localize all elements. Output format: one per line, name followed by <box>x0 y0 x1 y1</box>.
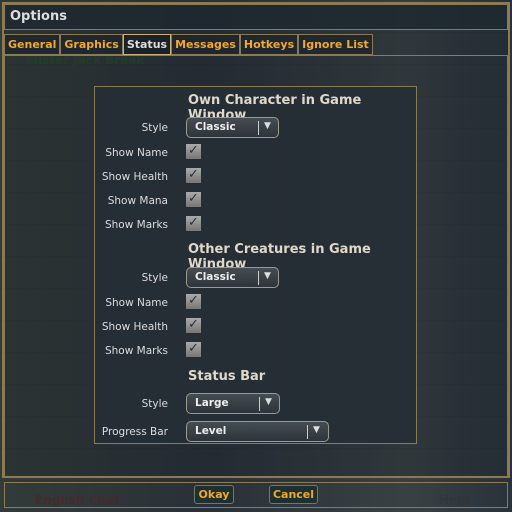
dropdown-separator <box>258 121 259 135</box>
other-show-marks-checkbox[interactable]: ✓ <box>186 342 201 357</box>
other-show-health-label: Show Health <box>101 321 168 333</box>
statusbar-style-value: Large <box>195 397 229 409</box>
okay-button[interactable]: Okay <box>194 485 234 504</box>
chevron-down-icon: ▼ <box>313 425 320 435</box>
status-settings-panel: Own Character in Game Window Style Class… <box>94 86 417 444</box>
other-show-marks-label: Show Marks <box>104 345 168 357</box>
own-show-name-checkbox[interactable]: ✓ <box>186 144 201 159</box>
own-style-value: Classic <box>195 121 236 133</box>
progress-bar-label: Progress Bar <box>101 426 168 438</box>
dropdown-separator <box>258 271 259 285</box>
own-show-name-label: Show Name <box>105 147 168 159</box>
other-style-value: Classic <box>195 271 236 283</box>
other-show-name-label: Show Name <box>105 297 168 309</box>
own-style-dropdown[interactable]: Classic ▼ <box>186 117 279 138</box>
own-show-mana-label: Show Mana <box>107 195 168 207</box>
window-title: Options <box>4 4 508 30</box>
progress-bar-dropdown[interactable]: Level ▼ <box>186 421 329 442</box>
other-show-health-checkbox[interactable]: ✓ <box>186 318 201 333</box>
own-show-marks-checkbox[interactable]: ✓ <box>186 216 201 231</box>
tab-bar: General Graphics Status Messages Hotkeys… <box>4 34 373 55</box>
other-style-dropdown[interactable]: Classic ▼ <box>186 267 279 288</box>
own-show-marks-label: Show Marks <box>104 219 168 231</box>
own-show-health-checkbox[interactable]: ✓ <box>186 168 201 183</box>
statusbar-style-dropdown[interactable]: Large ▼ <box>186 393 280 414</box>
status-bar-heading: Status Bar <box>188 369 266 384</box>
tab-status[interactable]: Status <box>122 34 172 55</box>
dropdown-separator <box>259 397 260 411</box>
own-show-health-label: Show Health <box>101 171 168 183</box>
chevron-down-icon: ▼ <box>264 121 271 131</box>
cancel-button[interactable]: Cancel <box>269 485 318 504</box>
button-bar <box>4 482 508 508</box>
own-style-label: Style <box>141 122 168 134</box>
tab-hotkeys[interactable]: Hotkeys <box>239 34 299 55</box>
chevron-down-icon: ▼ <box>265 397 272 407</box>
tab-graphics[interactable]: Graphics <box>60 34 123 55</box>
other-style-label: Style <box>141 272 168 284</box>
tab-general[interactable]: General <box>4 34 61 55</box>
dropdown-separator <box>307 425 308 439</box>
own-show-mana-checkbox[interactable]: ✓ <box>186 192 201 207</box>
other-show-name-checkbox[interactable]: ✓ <box>186 294 201 309</box>
tab-ignore-list[interactable]: Ignore List <box>298 34 373 55</box>
tab-messages[interactable]: Messages <box>171 34 240 55</box>
progress-bar-value: Level <box>195 425 227 437</box>
chevron-down-icon: ▼ <box>264 271 271 281</box>
statusbar-style-label: Style <box>141 398 168 410</box>
